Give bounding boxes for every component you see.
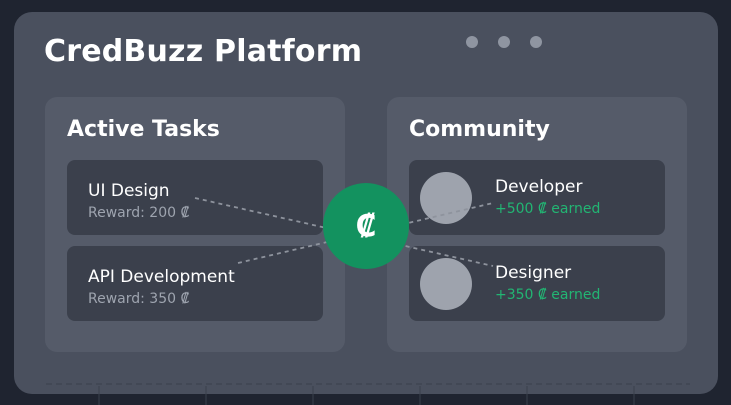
bottom-ruler xyxy=(46,383,690,405)
